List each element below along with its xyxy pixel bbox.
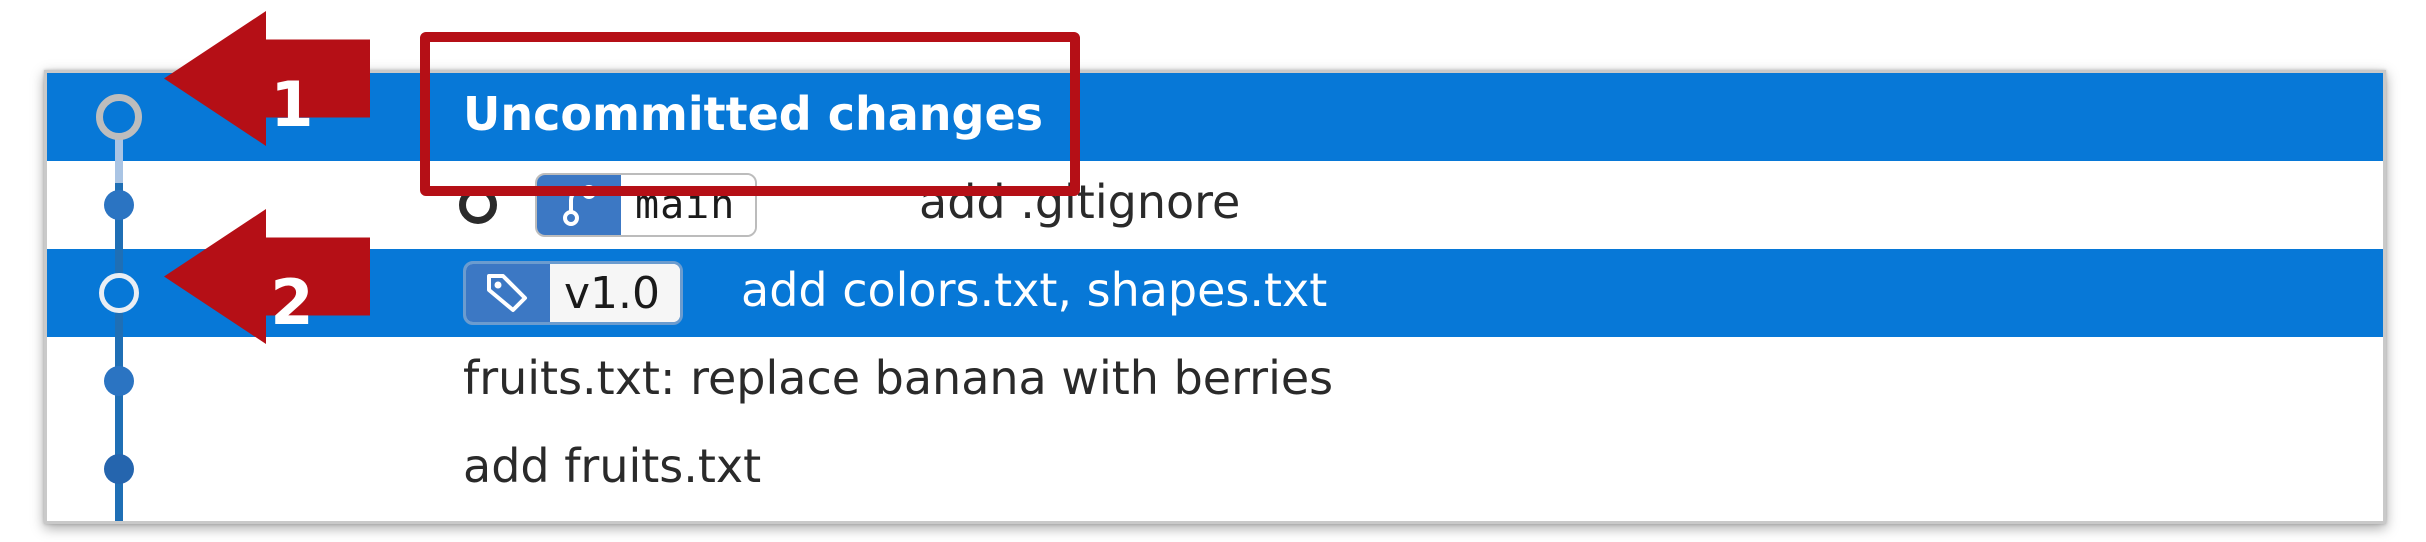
commit-node-selected-icon	[99, 273, 139, 313]
commit-history-panel: Uncommitted changes main add .gitignore	[44, 70, 2386, 524]
highlight-box	[420, 32, 1080, 196]
commit-dot-icon	[104, 190, 134, 220]
commit-message: fruits.txt: replace banana with berries	[463, 351, 1334, 405]
tag-icon	[466, 264, 550, 322]
tag-ref-badge[interactable]: v1.0	[463, 261, 684, 325]
tag-label: v1.0	[550, 264, 681, 322]
commit-row[interactable]: v1.0 add colors.txt, shapes.txt	[47, 249, 2383, 337]
commit-dot-icon	[104, 454, 134, 484]
commit-message: add colors.txt, shapes.txt	[741, 263, 1328, 317]
uncommitted-node-icon	[96, 94, 142, 140]
commit-row[interactable]: main add .gitignore	[47, 161, 2383, 249]
commit-message: add fruits.txt	[463, 439, 762, 493]
commit-row-uncommitted[interactable]: Uncommitted changes	[47, 73, 2383, 161]
commit-dot-icon	[104, 366, 134, 396]
arrow-1-number: 1	[270, 68, 314, 141]
arrow-2-number: 2	[270, 266, 314, 339]
commit-row[interactable]: add fruits.txt	[47, 425, 2383, 513]
commit-row[interactable]: fruits.txt: replace banana with berries	[47, 337, 2383, 425]
screenshot-stage: Uncommitted changes main add .gitignore	[0, 0, 2426, 542]
